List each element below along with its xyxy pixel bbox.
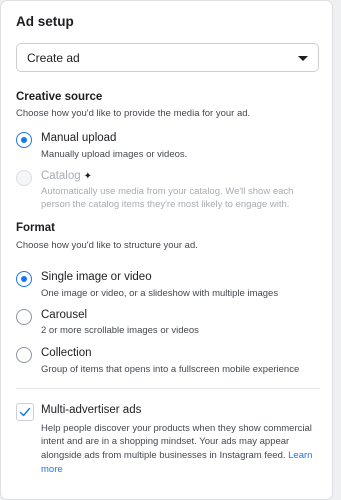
chevron-down-icon	[298, 56, 308, 61]
multi-advertiser-checkbox[interactable]	[16, 403, 34, 421]
divider	[16, 388, 320, 389]
carousel-label[interactable]: Carousel	[41, 309, 87, 321]
collection-radio[interactable]	[16, 347, 32, 363]
single-image-desc: One image or video, or a slideshow with …	[41, 288, 279, 299]
checkmark-icon	[19, 407, 31, 417]
learn-more-link-continued[interactable]: more	[41, 463, 63, 477]
collection-label[interactable]: Collection	[41, 347, 92, 359]
catalog-desc-line-2: person the catalog items they're most li…	[41, 199, 290, 210]
manual-upload-desc: Manually upload images or videos.	[41, 149, 188, 160]
catalog-radio[interactable]	[16, 170, 32, 186]
multi-advertiser-label[interactable]: Multi-advertiser ads	[41, 404, 141, 416]
catalog-option[interactable]: Catalog ✦	[41, 170, 92, 182]
multi-advertiser-desc-line-3: alongside ads from multiple businesses i…	[41, 449, 312, 463]
catalog-desc-line-1: Automatically use media from your catalo…	[41, 186, 294, 197]
multi-advertiser-desc-line-2: intent and are in a shopping mindset. Yo…	[41, 436, 290, 447]
sparkle-icon: ✦	[83, 171, 93, 182]
manual-upload-label[interactable]: Manual upload	[41, 132, 116, 144]
single-image-radio[interactable]	[16, 271, 32, 287]
format-heading: Format	[16, 222, 55, 234]
carousel-radio[interactable]	[16, 309, 32, 325]
creative-source-heading: Creative source	[16, 91, 103, 103]
creative-source-subtitle: Choose how you'd like to provide the med…	[16, 108, 251, 119]
catalog-label: Catalog	[41, 170, 81, 182]
learn-more-link[interactable]: Learn	[288, 450, 312, 461]
collection-desc: Group of items that opens into a fullscr…	[41, 364, 300, 375]
manual-upload-radio[interactable]	[16, 132, 32, 148]
carousel-desc: 2 or more scrollable images or videos	[41, 325, 199, 336]
multi-advertiser-desc-line-1: Help people discover your products when …	[41, 423, 312, 434]
dropdown-value: Create ad	[27, 51, 80, 65]
format-subtitle: Choose how you'd like to structure your …	[16, 240, 198, 251]
ad-setup-dropdown[interactable]: Create ad	[16, 43, 319, 72]
single-image-label[interactable]: Single image or video	[41, 271, 152, 283]
multi-advertiser-desc-text: alongside ads from multiple businesses i…	[41, 450, 286, 461]
ad-setup-title: Ad setup	[16, 14, 74, 29]
ad-setup-card: Ad setup Create ad Creative source Choos…	[1, 1, 332, 499]
